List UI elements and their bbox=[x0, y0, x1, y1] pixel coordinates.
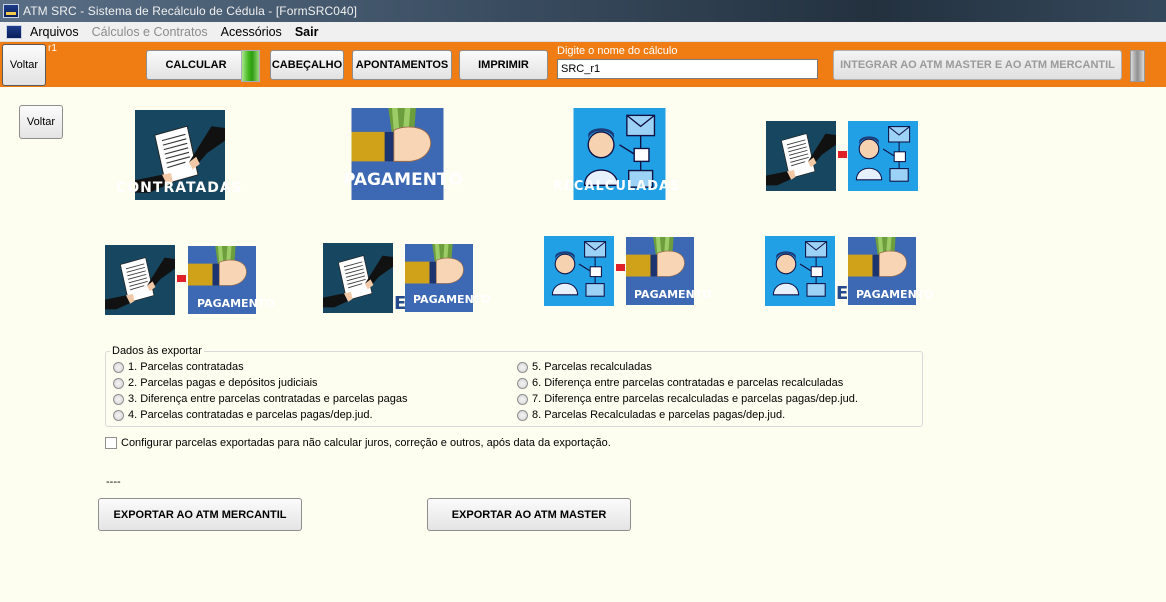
checkbox-label: Configurar parcelas exportadas para não … bbox=[121, 437, 611, 449]
radio-option-label: 7. Diferença entre parcelas recalculadas… bbox=[532, 393, 858, 405]
radio-button-icon bbox=[113, 361, 124, 373]
tile-pagamento-label: PAGAMENTO bbox=[343, 170, 463, 190]
radio-option-label: 1. Parcelas contratadas bbox=[128, 361, 244, 373]
contract-icon bbox=[105, 244, 175, 316]
tile-recalculadas[interactable]: RECALCULADAS bbox=[545, 108, 694, 200]
version-superscript: r1 bbox=[48, 43, 57, 54]
status-dashes: ---- bbox=[106, 476, 121, 488]
status-indicator-gray bbox=[1130, 50, 1145, 82]
payment-icon bbox=[405, 243, 473, 313]
app-menu-icon[interactable] bbox=[6, 24, 22, 39]
minus-icon bbox=[616, 264, 625, 271]
radio-button-icon bbox=[517, 377, 528, 389]
radio-button-icon bbox=[113, 409, 124, 421]
radio-option-1[interactable]: 1. Parcelas contratadas bbox=[113, 361, 244, 373]
radio-button-icon bbox=[517, 361, 528, 373]
integrar-button[interactable]: INTEGRAR AO ATM MASTER E AO ATM MERCANTI… bbox=[833, 50, 1122, 80]
radio-option-label: 5. Parcelas recalculadas bbox=[532, 361, 652, 373]
tile-pagamento-label: PAGAMENTO bbox=[197, 297, 275, 310]
voltar-button[interactable]: Voltar bbox=[19, 105, 63, 139]
radio-button-icon bbox=[517, 409, 528, 421]
radio-option-5[interactable]: 5. Parcelas recalculadas bbox=[517, 361, 652, 373]
radio-option-3[interactable]: 3. Diferença entre parcelas contratadas … bbox=[113, 393, 407, 405]
minus-icon bbox=[838, 151, 847, 158]
tile-recalculadas-minus-pagamento[interactable]: PAGAMENTO bbox=[544, 226, 712, 316]
and-letter: E bbox=[836, 283, 849, 304]
recalc-icon bbox=[544, 235, 614, 307]
window-title: ATM SRC - Sistema de Recálculo de Cédula… bbox=[23, 4, 358, 18]
radio-option-8[interactable]: 8. Parcelas Recalculadas e parcelas paga… bbox=[517, 409, 785, 421]
calcular-button[interactable]: CALCULAR bbox=[146, 50, 246, 80]
export-mercantil-button[interactable]: EXPORTAR AO ATM MERCANTIL bbox=[98, 498, 302, 531]
tile-contratadas-label: CONTRATADAS bbox=[116, 180, 243, 196]
tile-recalculadas-label: RECALCULADAS bbox=[553, 179, 681, 194]
status-indicator-green bbox=[241, 50, 260, 82]
export-group-legend: Dados às exportar bbox=[110, 345, 204, 357]
app-icon bbox=[3, 4, 19, 18]
toolbar: Voltar r1 CALCULAR CABEÇALHO APONTAMENTO… bbox=[0, 42, 1166, 87]
no-interest-checkbox[interactable]: Configurar parcelas exportadas para não … bbox=[105, 437, 611, 449]
tile-pagamento-label: PAGAMENTO bbox=[413, 293, 491, 306]
radio-option-4[interactable]: 4. Parcelas contratadas e parcelas pagas… bbox=[113, 409, 373, 421]
calc-name-label: Digite o nome do cálculo bbox=[557, 45, 678, 57]
radio-option-6[interactable]: 6. Diferença entre parcelas contratadas … bbox=[517, 377, 843, 389]
tile-pagamento-label: PAGAMENTO bbox=[634, 288, 712, 301]
tile-pagamento[interactable]: PAGAMENTO bbox=[323, 108, 472, 200]
calc-name-input[interactable] bbox=[557, 59, 818, 79]
radio-option-label: 2. Parcelas pagas e depósitos judiciais bbox=[128, 377, 318, 389]
recalc-icon bbox=[848, 120, 918, 192]
tile-contratadas-minus-pagamento[interactable]: PAGAMENTO bbox=[105, 235, 275, 325]
contract-icon bbox=[323, 242, 393, 314]
payment-icon bbox=[626, 236, 694, 306]
tile-contratadas[interactable]: CONTRATADAS bbox=[106, 110, 254, 200]
export-master-button[interactable]: EXPORTAR AO ATM MASTER bbox=[427, 498, 631, 531]
minus-icon bbox=[177, 275, 186, 282]
apontamentos-button[interactable]: APONTAMENTOS bbox=[352, 50, 452, 80]
radio-option-label: 6. Diferença entre parcelas contratadas … bbox=[532, 377, 844, 389]
radio-button-icon bbox=[113, 393, 124, 405]
checkbox-icon bbox=[105, 437, 117, 449]
cabecalho-button[interactable]: CABEÇALHO bbox=[270, 50, 344, 80]
tile-contratadas-e-pagamento[interactable]: E PAGAMENTO bbox=[323, 233, 491, 323]
radio-option-7[interactable]: 7. Diferença entre parcelas recalculadas… bbox=[517, 393, 858, 405]
radio-option-label: 8. Parcelas Recalculadas e parcelas paga… bbox=[532, 409, 786, 421]
tile-contratadas-minus-recalculadas[interactable] bbox=[766, 111, 918, 201]
radio-option-label: 3. Diferença entre parcelas contratadas … bbox=[128, 393, 408, 405]
menu-acessorios[interactable]: Acessórios bbox=[221, 25, 282, 39]
radio-option-2[interactable]: 2. Parcelas pagas e depósitos judiciais bbox=[113, 377, 318, 389]
menu-arquivos[interactable]: Arquivos bbox=[30, 25, 79, 39]
title-bar: ATM SRC - Sistema de Recálculo de Cédula… bbox=[0, 0, 1166, 22]
tile-pagamento-label: PAGAMENTO bbox=[856, 288, 934, 301]
menu-calculos-contratos[interactable]: Cálculos e Contratos bbox=[92, 25, 208, 39]
recalc-icon bbox=[765, 235, 835, 307]
menu-bar: Arquivos Cálculos e Contratos Acessórios… bbox=[0, 22, 1166, 42]
payment-icon bbox=[848, 236, 916, 306]
menu-sair[interactable]: Sair bbox=[295, 25, 319, 39]
voltar-toolbar-button[interactable]: Voltar bbox=[2, 44, 46, 86]
tile-recalculadas-e-pagamento[interactable]: E PAGAMENTO bbox=[765, 226, 934, 316]
radio-button-icon bbox=[517, 393, 528, 405]
radio-option-label: 4. Parcelas contratadas e parcelas pagas… bbox=[128, 409, 373, 421]
payment-icon bbox=[188, 245, 256, 315]
contract-icon bbox=[766, 120, 836, 192]
imprimir-button[interactable]: IMPRIMIR bbox=[459, 50, 548, 80]
radio-button-icon bbox=[113, 377, 124, 389]
